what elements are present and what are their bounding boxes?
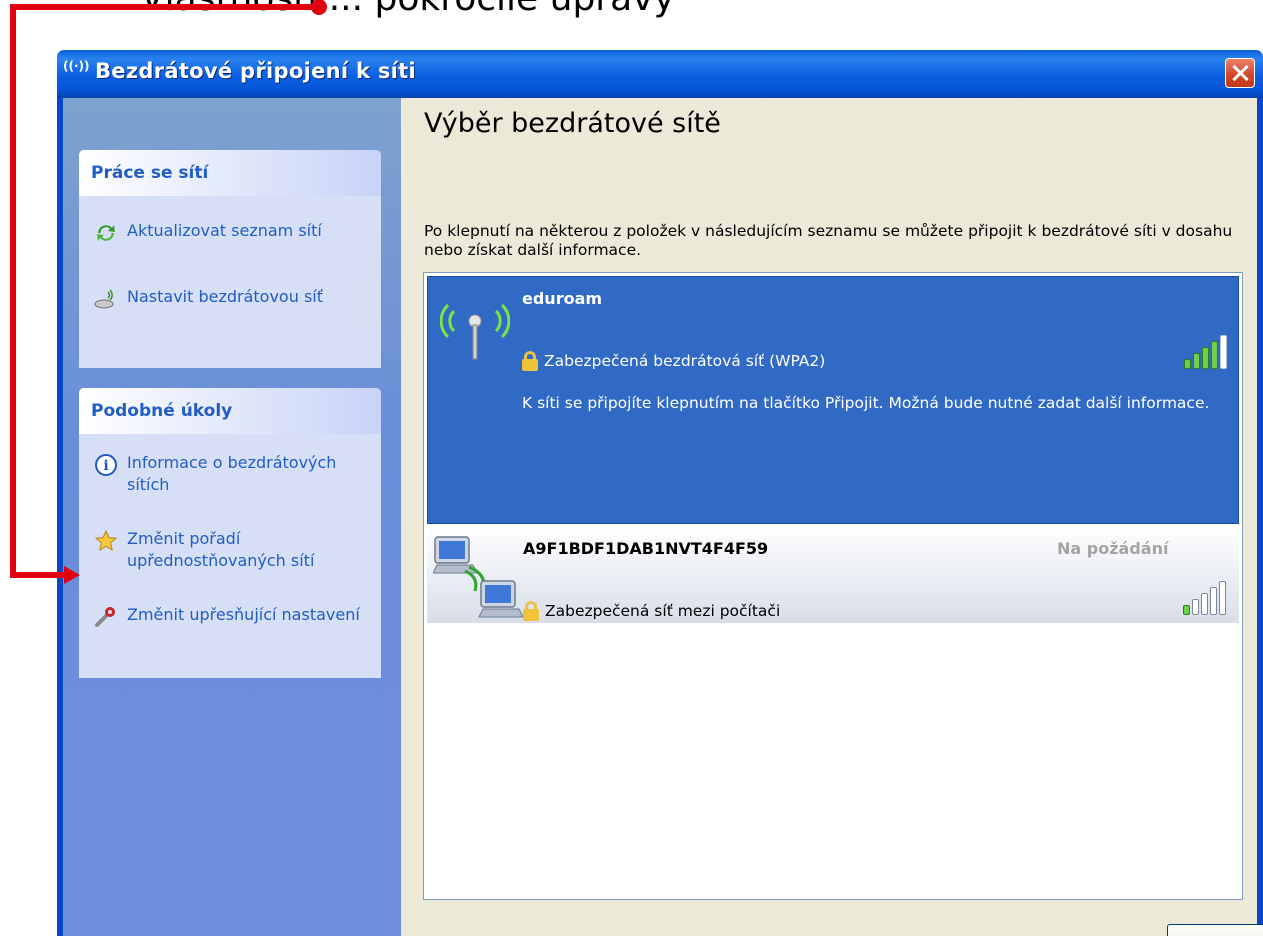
change-network-order-link[interactable]: Změnit pořadí upřednostňovaných sítí [93, 528, 367, 572]
annotation-arrowhead [64, 566, 80, 584]
network-item-eduroam[interactable]: eduroam Zabezpečená bezdrátová síť (WPA2… [427, 276, 1239, 524]
signal-bar [1202, 347, 1209, 369]
refresh-network-list-link[interactable]: Aktualizovat seznam sítí [93, 220, 367, 246]
network-security-label: Zabezpečená bezdrátová síť (WPA2) [544, 352, 826, 370]
wireless-setup-icon [93, 286, 119, 312]
network-security-label: Zabezpečená síť mezi počítači [545, 602, 781, 620]
connect-button[interactable]: Připojit [1167, 924, 1263, 936]
signal-strength-icon [1183, 581, 1226, 615]
close-button[interactable] [1225, 58, 1255, 88]
signal-bar [1183, 605, 1190, 615]
wireless-connection-window: ((·)) Bezdrátové připojení k síti Práce … [57, 50, 1263, 936]
signal-bar [1219, 581, 1226, 615]
lock-icon [522, 351, 538, 371]
network-security: Zabezpečená síť mezi počítači [523, 601, 780, 621]
network-status: Na požádání [1057, 539, 1169, 558]
signal-bar [1210, 587, 1217, 615]
panel-header-network-tasks: Práce se sítí [79, 150, 381, 196]
page-description: Po klepnutí na některou z položek v násl… [424, 222, 1233, 259]
annotation-line [10, 4, 320, 10]
network-tasks-panel: Práce se sítí Aktualizovat seznam sítí N… [79, 150, 381, 368]
annotation-line [10, 572, 66, 578]
network-list: eduroam Zabezpečená bezdrátová síť (WPA2… [423, 272, 1243, 900]
setup-wireless-network-link[interactable]: Nastavit bezdrátovou síť [93, 286, 367, 312]
change-advanced-settings-label: Změnit upřesňující nastavení [127, 605, 360, 624]
signal-bar [1192, 599, 1199, 615]
task-pane: Práce se sítí Aktualizovat seznam sítí N… [63, 98, 401, 936]
main-content: Výběr bezdrátové sítě Po klepnutí na něk… [401, 98, 1263, 936]
signal-bar [1184, 359, 1191, 369]
signal-bar [1211, 341, 1218, 369]
antenna-icon [439, 291, 511, 365]
wireless-info-link[interactable]: i Informace o bezdrátových sítích [93, 452, 367, 496]
signal-strength-icon [1184, 335, 1227, 369]
star-icon [93, 528, 119, 554]
signal-bar [1193, 353, 1200, 369]
related-tasks-panel: Podobné úkoly i Informace o bezdrátových… [79, 388, 381, 678]
refresh-icon [93, 220, 119, 246]
network-name: eduroam [522, 289, 603, 308]
info-icon: i [93, 452, 119, 478]
signal-bar [1220, 335, 1227, 369]
lock-icon [523, 601, 539, 621]
network-item-adhoc[interactable]: A9F1BDF1DAB1NVT4F4F59 Na požádání Zabezp… [427, 525, 1239, 623]
svg-text:i: i [103, 458, 108, 474]
network-info: K síti se připojíte klepnutím na tlačítk… [522, 394, 1210, 412]
network-name: A9F1BDF1DAB1NVT4F4F59 [523, 539, 769, 558]
setup-wireless-network-label: Nastavit bezdrátovou síť [127, 287, 323, 306]
page-title: Výběr bezdrátové sítě [424, 108, 721, 139]
wireless-network-icon: ((·)) [63, 59, 90, 73]
refresh-network-list-label: Aktualizovat seznam sítí [127, 221, 322, 240]
computer-to-computer-icon [432, 531, 524, 625]
change-advanced-settings-link[interactable]: Změnit upřesňující nastavení [93, 604, 367, 630]
panel-header-related-tasks: Podobné úkoly [79, 388, 381, 434]
wireless-info-label: Informace o bezdrátových sítích [127, 453, 337, 494]
signal-bar [1201, 593, 1208, 615]
wrench-icon [93, 604, 119, 630]
annotation-line [10, 4, 16, 578]
titlebar[interactable]: ((·)) Bezdrátové připojení k síti [57, 50, 1263, 98]
window-title: Bezdrátové připojení k síti [95, 59, 416, 83]
network-security: Zabezpečená bezdrátová síť (WPA2) [522, 351, 825, 371]
change-network-order-label: Změnit pořadí upřednostňovaných sítí [127, 529, 315, 570]
window-frame-right [1257, 98, 1263, 936]
